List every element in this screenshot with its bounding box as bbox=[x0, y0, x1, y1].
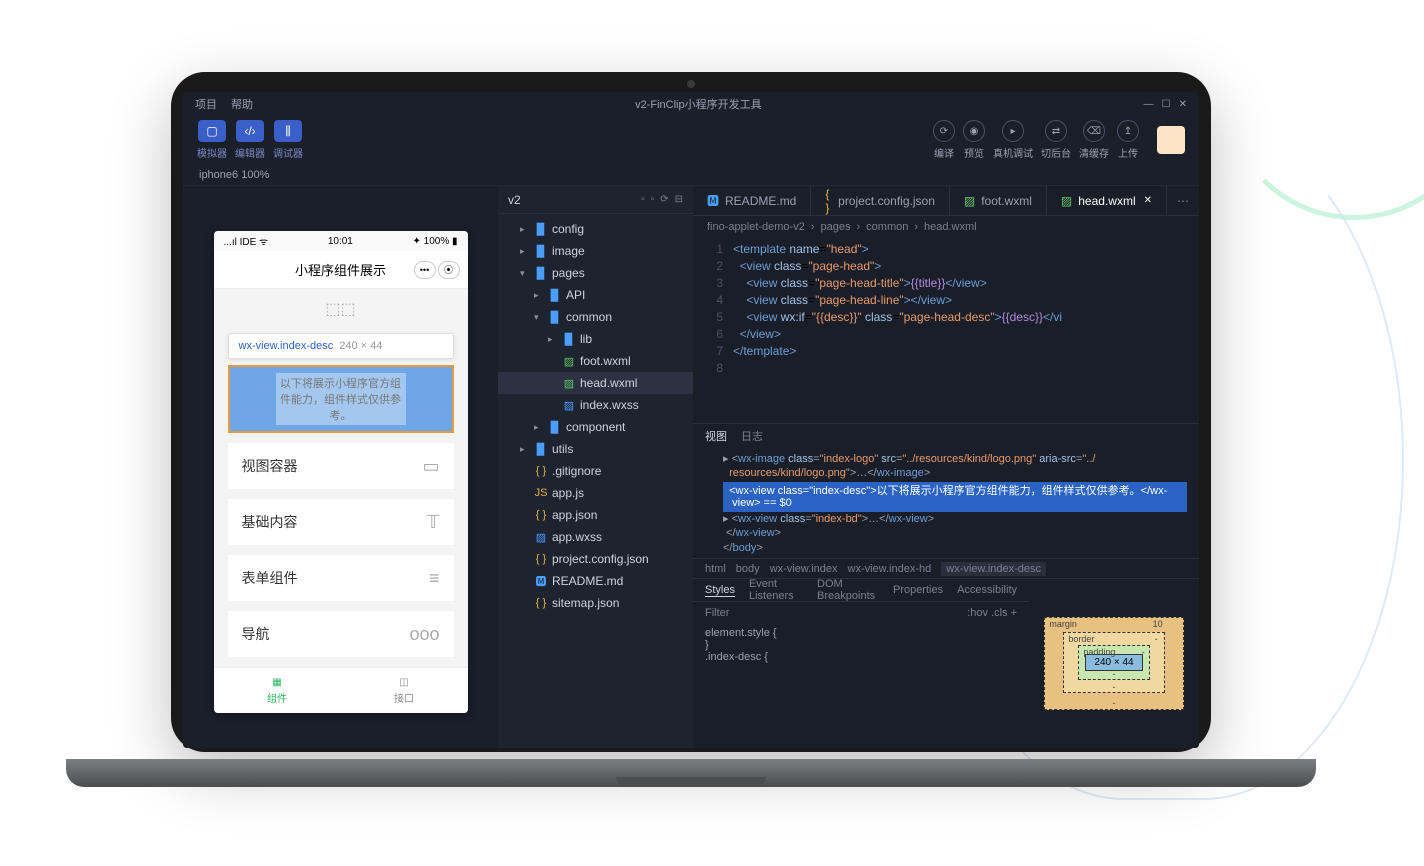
devtools-tab-view[interactable]: 视图 bbox=[705, 428, 727, 444]
list-item[interactable]: 表单组件≡ bbox=[228, 555, 454, 601]
hov-toggle[interactable]: :hov bbox=[967, 607, 988, 619]
device-selector[interactable]: iphone6 100% bbox=[183, 164, 1199, 186]
devtools: 视图 日志 ▸ <wx-image class="index-logo" src… bbox=[693, 423, 1199, 748]
tab-components[interactable]: ▦组件 bbox=[214, 668, 341, 713]
clear-cache-button[interactable]: ⌫清缓存 bbox=[1079, 120, 1109, 160]
tree-item[interactable]: { }app.json bbox=[498, 504, 693, 526]
minimize-icon[interactable]: — bbox=[1144, 99, 1154, 110]
tree-item[interactable]: { }.gitignore bbox=[498, 460, 693, 482]
tree-item[interactable]: ▸▉API bbox=[498, 284, 693, 306]
simulator-button[interactable]: ▢模拟器 bbox=[197, 120, 227, 160]
editor-tab[interactable]: ▨head.wxml✕ bbox=[1047, 186, 1167, 215]
window-title: v2-FinClip小程序开发工具 bbox=[253, 96, 1144, 112]
close-tab-icon[interactable]: ✕ bbox=[1144, 195, 1152, 206]
tree-item[interactable]: ▨foot.wxml bbox=[498, 350, 693, 372]
code-editor[interactable]: 12345678 <template name="head"> <view cl… bbox=[693, 238, 1199, 423]
tree-item[interactable]: JSapp.js bbox=[498, 482, 693, 504]
tree-item[interactable]: ▸▉component bbox=[498, 416, 693, 438]
ide-window: 项目 帮助 v2-FinClip小程序开发工具 — ☐ ✕ ▢模拟器 ‹/›编辑… bbox=[183, 92, 1199, 748]
cls-toggle[interactable]: .cls bbox=[991, 607, 1008, 619]
upload-button[interactable]: ↥上传 bbox=[1117, 120, 1139, 160]
styles-subtab[interactable]: DOM Breakpoints bbox=[817, 578, 879, 602]
avatar[interactable] bbox=[1157, 126, 1185, 154]
list-item[interactable]: 基础内容𝕋 bbox=[228, 499, 454, 545]
collapse-icon[interactable]: ⊟ bbox=[675, 194, 683, 205]
file-explorer: v2 ▫ ▫ ⟳ ⊟ ▸▉config ▸▉image ▾▉pages ▸▉AP… bbox=[498, 186, 693, 748]
box-model: margin10 border- padding- 240 × 44 - - - bbox=[1029, 579, 1199, 748]
editor-tab[interactable]: 🅼README.md bbox=[693, 186, 811, 215]
tree-item[interactable]: ▸▉config bbox=[498, 218, 693, 240]
chevron-icon: ooo bbox=[409, 624, 439, 645]
tree-item[interactable]: ▸▉utils bbox=[498, 438, 693, 460]
styles-filter-input[interactable]: Filter bbox=[705, 607, 729, 619]
devtools-tab-log[interactable]: 日志 bbox=[741, 428, 763, 444]
new-file-icon[interactable]: ▫ bbox=[641, 194, 645, 205]
chevron-icon: ▭ bbox=[422, 456, 439, 477]
refresh-icon[interactable]: ⟳ bbox=[660, 194, 668, 205]
styles-subtab[interactable]: Properties bbox=[893, 584, 943, 596]
tree-item[interactable]: { }project.config.json bbox=[498, 548, 693, 570]
new-folder-icon[interactable]: ▫ bbox=[651, 194, 655, 205]
editor-button[interactable]: ‹/›编辑器 bbox=[235, 120, 265, 160]
preview-button[interactable]: ◉预览 bbox=[963, 120, 985, 160]
styles-subtab[interactable]: Event Listeners bbox=[749, 578, 803, 602]
page-title: 小程序组件展示 bbox=[295, 260, 386, 279]
tree-item[interactable]: ▸▉image bbox=[498, 240, 693, 262]
editor-tab[interactable]: ▨foot.wxml bbox=[950, 186, 1047, 215]
laptop-frame: 项目 帮助 v2-FinClip小程序开发工具 — ☐ ✕ ▢模拟器 ‹/›编辑… bbox=[161, 72, 1221, 772]
editor-panel: 🅼README.md{ }project.config.json▨foot.wx… bbox=[693, 186, 1199, 748]
kind-icons: ⬚⬚ bbox=[214, 299, 468, 325]
remote-debug-button[interactable]: ▸真机调试 bbox=[993, 120, 1033, 160]
tabs-more-icon[interactable]: ⋯ bbox=[1167, 186, 1199, 215]
list-item[interactable]: 视图容器▭ bbox=[228, 443, 454, 489]
maximize-icon[interactable]: ☐ bbox=[1162, 99, 1171, 110]
tree-item[interactable]: ▨app.wxss bbox=[498, 526, 693, 548]
close-icon[interactable]: ⦿ bbox=[438, 261, 460, 279]
list-item[interactable]: 导航ooo bbox=[228, 611, 454, 657]
tree-item[interactable]: { }sitemap.json bbox=[498, 592, 693, 614]
debugger-button[interactable]: ⫼调试器 bbox=[273, 120, 303, 160]
dom-tree[interactable]: ▸ <wx-image class="index-logo" src="../r… bbox=[693, 448, 1199, 558]
styles-subtab[interactable]: Styles bbox=[705, 584, 735, 597]
breadcrumb[interactable]: fino-applet-demo-v2 › pages › common › h… bbox=[693, 216, 1199, 238]
inspected-element[interactable]: 以下将展示小程序官方组件能力，组件样式仅供参考。 bbox=[228, 365, 454, 433]
toolbar: ▢模拟器 ‹/›编辑器 ⫼调试器 ⟳编译 ◉预览 ▸真机调试 ⇄切后台 ⌫清缓存… bbox=[183, 116, 1199, 164]
menu-help[interactable]: 帮助 bbox=[231, 96, 253, 112]
tree-item[interactable]: ▾▉common bbox=[498, 306, 693, 328]
titlebar: 项目 帮助 v2-FinClip小程序开发工具 — ☐ ✕ bbox=[183, 92, 1199, 116]
menu-icon[interactable]: ••• bbox=[414, 261, 436, 279]
dom-breadcrumb[interactable]: htmlbodywx-view.indexwx-view.index-hdwx-… bbox=[693, 558, 1199, 578]
compile-button[interactable]: ⟳编译 bbox=[933, 120, 955, 160]
tree-item[interactable]: ▸▉lib bbox=[498, 328, 693, 350]
chevron-icon: 𝕋 bbox=[427, 512, 440, 533]
editor-tab[interactable]: { }project.config.json bbox=[811, 186, 950, 215]
tree-item[interactable]: 🅼README.md bbox=[498, 570, 693, 592]
tree-item[interactable]: ▨head.wxml bbox=[498, 372, 693, 394]
phone-header: 小程序组件展示 •••⦿ bbox=[214, 251, 468, 289]
phone-preview: ...ıl IDE ᯤ10:01✦ 100% ▮ 小程序组件展示 •••⦿ ⬚⬚… bbox=[214, 231, 468, 713]
simulator-panel: ...ıl IDE ᯤ10:01✦ 100% ▮ 小程序组件展示 •••⦿ ⬚⬚… bbox=[183, 186, 498, 748]
project-root[interactable]: v2 bbox=[508, 193, 521, 207]
close-icon[interactable]: ✕ bbox=[1179, 99, 1187, 110]
tab-api[interactable]: ◫接口 bbox=[341, 668, 468, 713]
background-button[interactable]: ⇄切后台 bbox=[1041, 120, 1071, 160]
styles-subtab[interactable]: Accessibility bbox=[957, 584, 1017, 596]
chevron-icon: ≡ bbox=[429, 568, 440, 589]
element-tooltip: wx-view.index-desc240 × 44 bbox=[228, 333, 454, 359]
styles-pane[interactable]: element.style {} .index-desc {</span></d… bbox=[693, 623, 1029, 748]
tree-item[interactable]: ▨index.wxss bbox=[498, 394, 693, 416]
menu-project[interactable]: 项目 bbox=[195, 96, 217, 112]
tree-item[interactable]: ▾▉pages bbox=[498, 262, 693, 284]
phone-status-bar: ...ıl IDE ᯤ10:01✦ 100% ▮ bbox=[214, 231, 468, 251]
